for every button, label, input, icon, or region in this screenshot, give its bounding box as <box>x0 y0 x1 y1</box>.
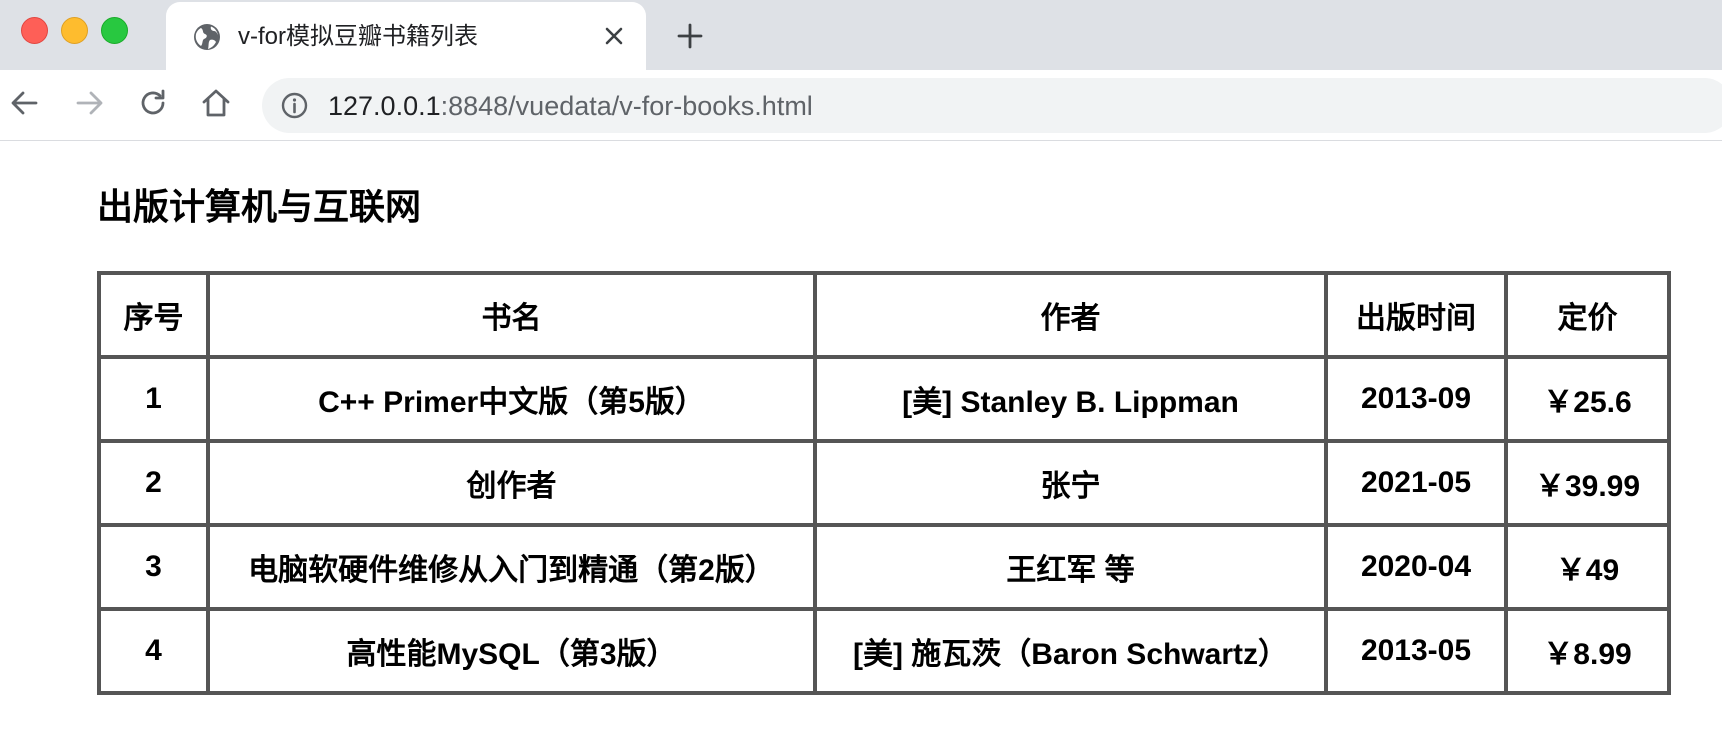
arrow-left-icon[interactable] <box>8 86 42 120</box>
reload-icon[interactable] <box>136 86 170 120</box>
tab-title: v-for模拟豆瓣书籍列表 <box>238 23 478 50</box>
cell-author: 张宁 <box>815 441 1326 525</box>
column-header-title: 书名 <box>208 273 815 357</box>
cell-price: ￥8.99 <box>1506 609 1669 693</box>
table-row: 3 电脑软硬件维修从入门到精通（第2版） 王红军 等 2020-04 ￥49 <box>99 525 1669 609</box>
info-icon[interactable] <box>280 91 309 120</box>
globe-icon <box>194 24 220 50</box>
tab-strip: v-for模拟豆瓣书籍列表 <box>0 0 1722 70</box>
browser-tab[interactable]: v-for模拟豆瓣书籍列表 <box>166 2 646 70</box>
cell-price: ￥25.6 <box>1506 357 1669 441</box>
page-title: 出版计算机与互联网 <box>97 186 422 227</box>
cell-index: 1 <box>99 357 208 441</box>
address-bar[interactable]: 127.0.0.1:8848/vuedata/v-for-books.html <box>262 78 1722 133</box>
cell-index: 3 <box>99 525 208 609</box>
column-header-index: 序号 <box>99 273 208 357</box>
cell-index: 4 <box>99 609 208 693</box>
window-maximize-button[interactable] <box>101 17 128 44</box>
cell-price: ￥49 <box>1506 525 1669 609</box>
browser-toolbar: 127.0.0.1:8848/vuedata/v-for-books.html <box>0 70 1722 141</box>
window-close-button[interactable] <box>21 17 48 44</box>
books-table: 序号 书名 作者 出版时间 定价 1 C++ Primer中文版（第5版） [美… <box>97 271 1671 695</box>
url-path: :8848/vuedata/v-for-books.html <box>440 91 813 121</box>
cell-author: [美] 施瓦茨（Baron Schwartz） <box>815 609 1326 693</box>
table-row: 1 C++ Primer中文版（第5版） [美] Stanley B. Lipp… <box>99 357 1669 441</box>
home-icon[interactable] <box>199 86 233 120</box>
column-header-author: 作者 <box>815 273 1326 357</box>
table-header-row: 序号 书名 作者 出版时间 定价 <box>99 273 1669 357</box>
column-header-date: 出版时间 <box>1326 273 1506 357</box>
cell-date: 2013-05 <box>1326 609 1506 693</box>
cell-author: 王红军 等 <box>815 525 1326 609</box>
cell-date: 2021-05 <box>1326 441 1506 525</box>
table-row: 4 高性能MySQL（第3版） [美] 施瓦茨（Baron Schwartz） … <box>99 609 1669 693</box>
url-text[interactable]: 127.0.0.1:8848/vuedata/v-for-books.html <box>328 89 813 123</box>
url-host: 127.0.0.1 <box>328 91 441 121</box>
close-icon[interactable] <box>600 22 628 50</box>
cell-price: ￥39.99 <box>1506 441 1669 525</box>
cell-title: C++ Primer中文版（第5版） <box>208 357 815 441</box>
window-minimize-button[interactable] <box>61 17 88 44</box>
plus-icon[interactable] <box>676 22 704 50</box>
cell-date: 2013-09 <box>1326 357 1506 441</box>
cell-title: 电脑软硬件维修从入门到精通（第2版） <box>208 525 815 609</box>
cell-date: 2020-04 <box>1326 525 1506 609</box>
cell-author: [美] Stanley B. Lippman <box>815 357 1326 441</box>
browser-chrome: v-for模拟豆瓣书籍列表 127.0.0.1:8848/vuedata/v-f… <box>0 0 1722 141</box>
table-row: 2 创作者 张宁 2021-05 ￥39.99 <box>99 441 1669 525</box>
column-header-price: 定价 <box>1506 273 1669 357</box>
cell-title: 高性能MySQL（第3版） <box>208 609 815 693</box>
cell-title: 创作者 <box>208 441 815 525</box>
page-content: 出版计算机与互联网 序号 书名 作者 出版时间 定价 1 C++ Primer中… <box>0 141 1722 748</box>
arrow-right-icon[interactable] <box>72 86 106 120</box>
cell-index: 2 <box>99 441 208 525</box>
